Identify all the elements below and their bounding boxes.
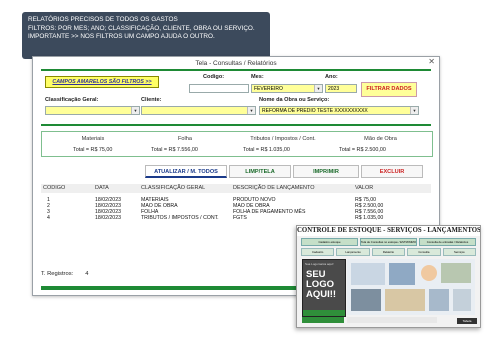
filter-data-button[interactable]: FILTRAR DADOS <box>361 82 417 97</box>
promo-title: CONTROLE DE ESTOQUE - SERVIÇOS - LANÇAME… <box>297 226 481 236</box>
banner-line-2: FILTROS: POR MES; ANO; CLASSIFICAÇÃO, CL… <box>28 24 255 32</box>
folha-total: Total = R$ 7.556,00 <box>151 147 198 153</box>
total-value: R$ 7.556,00 <box>168 147 198 153</box>
ano-value: 2023 <box>328 86 340 92</box>
total-value: R$ 75,00 <box>90 147 113 153</box>
imprimir-button[interactable]: IMPRIMIR <box>293 165 359 178</box>
top-divider <box>41 69 431 71</box>
obra-label: Nome da Obra ou Serviço: <box>259 97 330 103</box>
obra-value: REFORMA DE PREDIO TESTE XXXXXXXXXX <box>262 108 368 114</box>
col-valor: VALOR <box>355 185 374 191</box>
banner-line-3: IMPORTANTE >> NOS FILTROS UM CAMPO AJUDA… <box>28 33 215 41</box>
promo-nav-item: Cadastro estoque <box>301 238 358 246</box>
total-value: R$ 2.500,00 <box>356 147 386 153</box>
chevron-down-icon[interactable]: ▼ <box>131 107 139 114</box>
promo-collage-image <box>347 259 475 315</box>
row-codigo: 4 <box>47 215 50 221</box>
close-icon[interactable]: ✕ <box>428 57 435 66</box>
logo-stripe <box>303 310 345 316</box>
cliente-label: Cliente: <box>141 97 162 103</box>
folha-label: Folha <box>178 136 192 142</box>
total-label: Total = <box>73 147 90 153</box>
mao-de-obra-total: Total = R$ 2.500,00 <box>339 147 386 153</box>
col-classificacao: CLASSIFICAÇÃO GERAL <box>141 185 206 191</box>
excluir-button[interactable]: EXCLUIR <box>361 165 423 178</box>
promo-nav-item: Consulta <box>407 248 441 256</box>
promo-nav-item: Serviços <box>442 248 477 256</box>
row-classificacao: TRIBUTOS / IMPOSTOS / CONT. <box>141 215 219 221</box>
col-descricao: DESCRIÇÃO DE LANÇAMENTO <box>233 185 315 191</box>
totals-panel <box>41 131 433 157</box>
row-data: 18/02/2023 <box>95 215 121 221</box>
promo-nav-item: Lançamento <box>336 248 370 256</box>
logo-placeholder: Sua Logomarca aqui! SEU LOGO AQUI!! <box>302 259 346 317</box>
chevron-down-icon[interactable]: ▼ <box>314 85 322 92</box>
total-label: Total = <box>243 147 260 153</box>
ano-select[interactable]: 2023 <box>325 84 357 93</box>
tributos-label: Tributos / Impostos / Cont. <box>250 136 316 142</box>
mes-select[interactable]: FEVEREIRO ▼ <box>251 84 323 93</box>
classificacao-label: Classificação Geral: <box>45 97 99 103</box>
mao-de-obra-label: Mão de Obra <box>364 136 397 142</box>
chevron-down-icon[interactable]: ▼ <box>410 107 418 114</box>
mes-label: Mes: <box>251 74 264 80</box>
tributos-total: Total = R$ 1.035,00 <box>243 147 290 153</box>
promo-footer-bar <box>347 317 437 323</box>
promo-nav-item: Relatório <box>371 248 406 256</box>
promo-nav-item: Consulta de entradas / Relatórios <box>419 238 476 246</box>
codigo-label: Codigo: <box>203 74 225 80</box>
col-data: DATA <box>95 185 109 191</box>
yellow-filters-hint-button[interactable]: CAMPOS AMARELOS SÃO FILTROS >> <box>45 76 159 88</box>
total-value: R$ 1.035,00 <box>260 147 290 153</box>
chevron-down-icon[interactable]: ▼ <box>247 107 255 114</box>
registros-count: T. Registros: 4 <box>41 271 88 277</box>
promo-corner-tag: Tabela <box>457 318 477 324</box>
total-label: Total = <box>151 147 168 153</box>
atualizar-button[interactable]: ATUALIZAR / M. TODOS <box>145 165 227 178</box>
registros-label: T. Registros: <box>41 271 74 277</box>
promo-cta-bar <box>302 317 344 323</box>
row-descricao: FGTS <box>233 215 247 221</box>
registros-value: 4 <box>85 271 89 277</box>
ano-label: Ano: <box>325 74 338 80</box>
row-valor: R$ 1.035,00 <box>355 215 384 221</box>
materiais-total: Total = R$ 75,00 <box>73 147 112 153</box>
promo-nav-item: Cadastro <box>301 248 335 256</box>
filters-divider <box>41 124 431 126</box>
classificacao-select[interactable]: ▼ <box>45 106 140 115</box>
logo-caption: Sua Logomarca aqui! <box>305 262 334 266</box>
materiais-label: Materiais <box>81 136 105 142</box>
col-codigo: CODIGO <box>43 185 66 191</box>
banner-line-1: RELATÓRIOS PRECISOS DE TODOS OS GASTOS <box>28 16 178 23</box>
logo-text: SEU LOGO AQUI!! <box>306 269 337 300</box>
cliente-select[interactable]: ▼ <box>141 106 256 115</box>
limp-tela-button[interactable]: LIMP/TELA <box>229 165 291 178</box>
info-banner: RELATÓRIOS PRECISOS DE TODOS OS GASTOS F… <box>22 12 270 59</box>
total-label: Total = <box>339 147 356 153</box>
promo-nav: Cadastro estoque Tela de Consultas no es… <box>301 238 476 246</box>
mes-value: FEVEREIRO <box>254 86 283 92</box>
promo-thumbnail: CONTROLE DE ESTOQUE - SERVIÇOS - LANÇAME… <box>296 225 481 328</box>
promo-nav-item: Tela de Consultas no estoque / ESTMINIMO <box>360 238 417 246</box>
promo-nav-secondary: Cadastro Lançamento Relatório Consulta S… <box>301 248 477 256</box>
obra-select[interactable]: REFORMA DE PREDIO TESTE XXXXXXXXXX ▼ <box>259 106 419 115</box>
codigo-field[interactable] <box>189 84 249 93</box>
